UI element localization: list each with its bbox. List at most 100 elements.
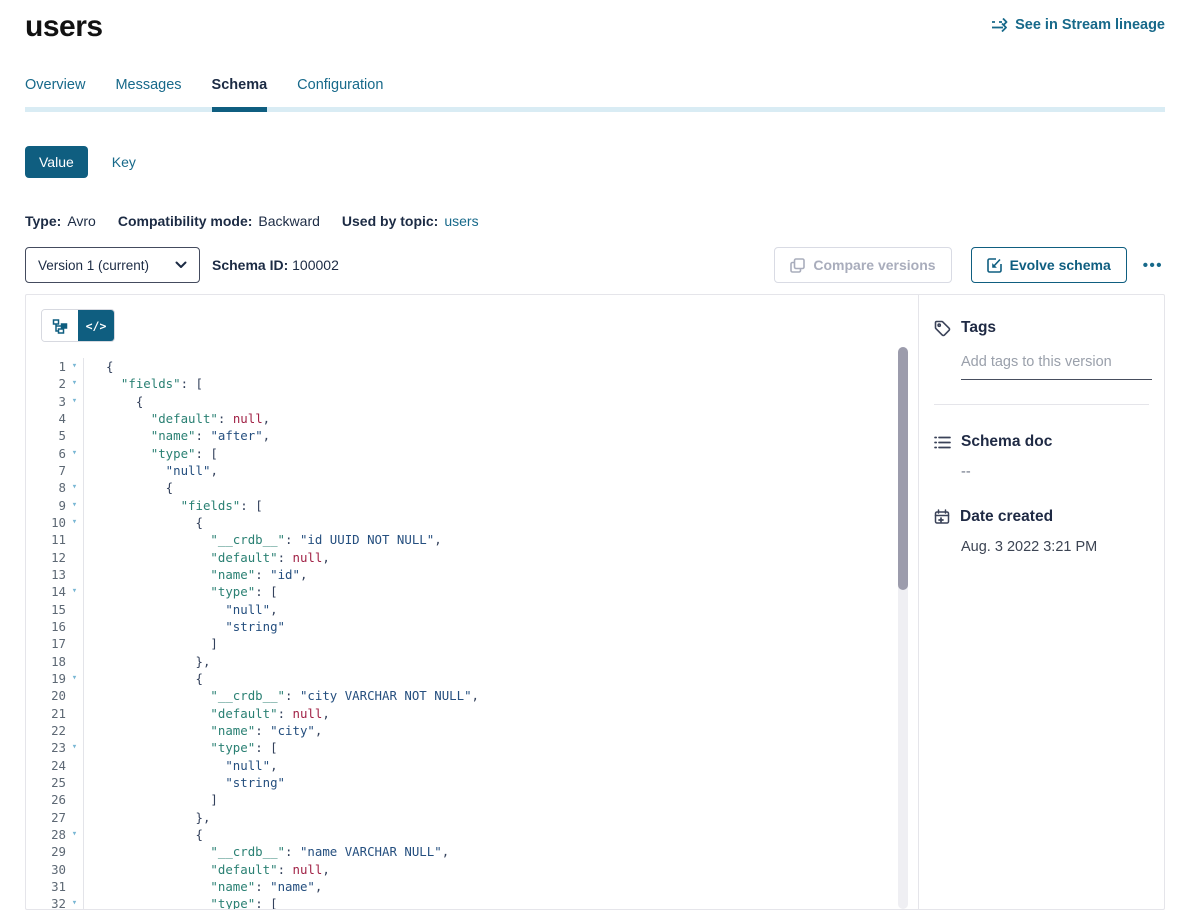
code-line: 15"null",	[26, 601, 918, 618]
line-number: 16	[26, 618, 66, 635]
code-line: 23▾"type": [	[26, 739, 918, 756]
schema-panel: </> 1▾{2▾"fields": [3▾{4"default": null,…	[25, 294, 1165, 910]
code-text: "name": "city",	[84, 722, 322, 739]
line-number: 15	[26, 601, 66, 618]
add-tags-input[interactable]	[961, 354, 1152, 380]
line-number: 14	[26, 583, 66, 600]
code-text: {	[84, 393, 143, 410]
code-line: 22 "name": "city",	[26, 722, 918, 739]
value-key-toggle: Value Key	[25, 146, 1165, 178]
code-text: "null",	[84, 757, 278, 774]
date-created-heading-row: Date created	[934, 508, 1149, 526]
tags-section: Tags	[934, 319, 1149, 405]
line-number: 18	[26, 653, 66, 670]
code-line: 11"__crdb__": "id UUID NOT NULL",	[26, 531, 918, 548]
collapse-arrow-icon[interactable]: ▾	[66, 583, 84, 600]
evolve-schema-button[interactable]: Evolve schema	[971, 247, 1127, 283]
code-editor: 1▾{2▾"fields": [3▾{4"default": null,5"na…	[26, 358, 918, 909]
code-text: "type": [	[84, 739, 278, 756]
code-text: "default": null,	[84, 705, 330, 722]
schema-page: users See in Stream lineage Overview Mess…	[0, 0, 1189, 916]
version-toolbar: Version 1 (current) Schema ID: 100002 Co…	[25, 247, 1165, 283]
code-line: 25"string"	[26, 774, 918, 791]
code-line: 20"__crdb__": "city VARCHAR NOT NULL",	[26, 687, 918, 704]
code-line: 24"null",	[26, 757, 918, 774]
fold-gutter	[66, 410, 84, 427]
line-number: 12	[26, 549, 66, 566]
stream-lineage-link[interactable]: See in Stream lineage	[991, 17, 1165, 33]
line-number: 30	[26, 861, 66, 878]
collapse-arrow-icon[interactable]: ▾	[66, 497, 84, 514]
tab-messages[interactable]: Messages	[115, 77, 181, 107]
calendar-plus-icon	[934, 509, 950, 525]
line-number: 26	[26, 791, 66, 808]
code-text: "__crdb__": "city VARCHAR NOT NULL",	[84, 687, 479, 704]
topic-link[interactable]: users	[444, 213, 478, 229]
compare-versions-button[interactable]: Compare versions	[774, 247, 951, 283]
collapse-arrow-icon[interactable]: ▾	[66, 739, 84, 756]
type-value: Avro	[67, 213, 96, 229]
collapse-arrow-icon[interactable]: ▾	[66, 826, 84, 843]
code-line: 18},	[26, 653, 918, 670]
code-text: "default": null,	[84, 549, 330, 566]
editor-scrollbar[interactable]	[898, 347, 908, 909]
code-text: "type": [	[84, 445, 218, 462]
code-view-button[interactable]: </>	[78, 310, 114, 341]
collapse-arrow-icon[interactable]: ▾	[66, 358, 84, 375]
code-line: 8▾{	[26, 479, 918, 496]
schema-code-pane: </> 1▾{2▾"fields": [3▾{4"default": null,…	[26, 295, 919, 909]
collapse-arrow-icon[interactable]: ▾	[66, 393, 84, 410]
key-toggle-button[interactable]: Key	[112, 154, 136, 170]
code-text: "fields": [	[84, 375, 203, 392]
collapse-arrow-icon[interactable]: ▾	[66, 375, 84, 392]
date-created-heading: Date created	[960, 508, 1053, 526]
collapse-arrow-icon[interactable]: ▾	[66, 445, 84, 462]
editor-scrollbar-thumb[interactable]	[898, 347, 908, 590]
line-number: 31	[26, 878, 66, 895]
line-number: 22	[26, 722, 66, 739]
tab-overview[interactable]: Overview	[25, 77, 85, 107]
schema-meta-row: Type: Avro Compatibility mode: Backward …	[25, 213, 1165, 229]
code-text: },	[84, 653, 210, 670]
code-text: {	[84, 826, 203, 843]
collapse-arrow-icon[interactable]: ▾	[66, 670, 84, 687]
code-line: 32▾"type": [	[26, 895, 918, 909]
line-number: 28	[26, 826, 66, 843]
collapse-arrow-icon[interactable]: ▾	[66, 514, 84, 531]
code-text: "default": null,	[84, 861, 330, 878]
fold-gutter	[66, 549, 84, 566]
tag-icon	[934, 320, 951, 337]
code-text: {	[84, 358, 113, 375]
schema-doc-heading: Schema doc	[961, 433, 1052, 451]
value-toggle-button[interactable]: Value	[25, 146, 88, 178]
code-text: "name": "id",	[84, 566, 307, 583]
compare-versions-icon	[790, 258, 805, 273]
code-text: "type": [	[84, 583, 278, 600]
version-select[interactable]: Version 1 (current)	[25, 247, 200, 283]
tree-view-icon	[52, 318, 68, 334]
used-by-topic-label: Used by topic:	[342, 213, 438, 229]
line-number: 10	[26, 514, 66, 531]
tab-configuration[interactable]: Configuration	[297, 77, 383, 107]
line-number: 8	[26, 479, 66, 496]
collapse-arrow-icon[interactable]: ▾	[66, 479, 84, 496]
fold-gutter	[66, 653, 84, 670]
line-number: 5	[26, 427, 66, 444]
code-text: "default": null,	[84, 410, 270, 427]
code-line: 10▾{	[26, 514, 918, 531]
tab-schema[interactable]: Schema	[212, 77, 268, 107]
stream-lineage-icon	[991, 18, 1008, 32]
code-text: },	[84, 809, 210, 826]
line-number: 21	[26, 705, 66, 722]
tags-heading: Tags	[961, 319, 996, 337]
fold-gutter	[66, 462, 84, 479]
tags-heading-row: Tags	[934, 319, 1149, 337]
fold-gutter	[66, 757, 84, 774]
code-text: "type": [	[84, 895, 278, 909]
more-actions-button[interactable]: •••	[1141, 253, 1165, 278]
line-number: 1	[26, 358, 66, 375]
collapse-arrow-icon[interactable]: ▾	[66, 895, 84, 909]
fold-gutter	[66, 618, 84, 635]
sidebar-divider	[934, 404, 1149, 405]
tree-view-button[interactable]	[42, 310, 78, 341]
